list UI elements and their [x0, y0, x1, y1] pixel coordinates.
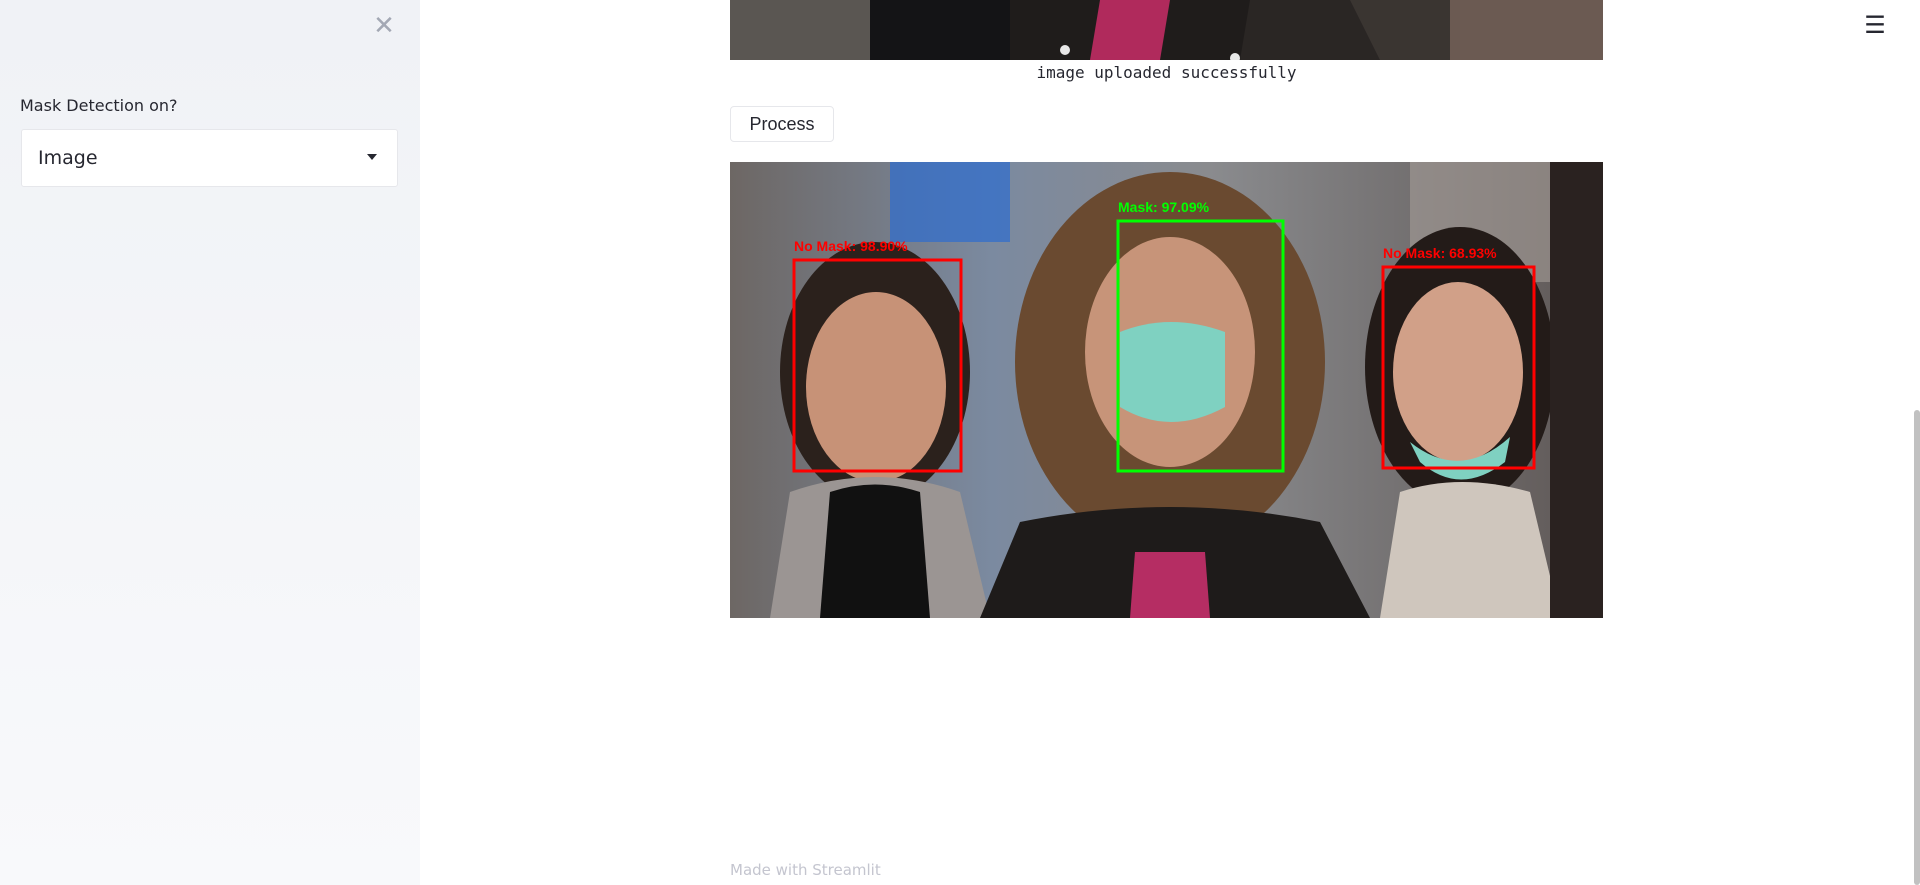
made-with-streamlit-link[interactable]: Made with Streamlit [730, 861, 881, 879]
close-icon[interactable]: ✕ [370, 12, 398, 40]
mask-detection-label: Mask Detection on? [20, 96, 178, 115]
sidebar: ✕ Mask Detection on? Image [0, 0, 420, 885]
process-button[interactable]: Process [730, 106, 834, 142]
detection-label-3: No Mask: 68.93% [1383, 245, 1497, 261]
detection-label-2: Mask: 97.09% [1118, 199, 1210, 215]
processed-image: No Mask: 98.90% Mask: 97.09% No Mask: 68… [730, 162, 1603, 618]
uploaded-image [730, 0, 1603, 60]
mode-select[interactable]: Image [21, 129, 398, 187]
scrollbar[interactable] [1914, 410, 1920, 885]
uploaded-image-graphic [730, 0, 1603, 60]
processed-image-graphic: No Mask: 98.90% Mask: 97.09% No Mask: 68… [730, 162, 1603, 618]
hamburger-menu-icon[interactable]: ☰ [1862, 12, 1888, 38]
caret-down-icon [367, 154, 377, 160]
detection-label-1: No Mask: 98.90% [794, 238, 908, 254]
upload-caption: image uploaded successfully [1036, 63, 1297, 82]
mode-select-value: Image [38, 147, 98, 169]
